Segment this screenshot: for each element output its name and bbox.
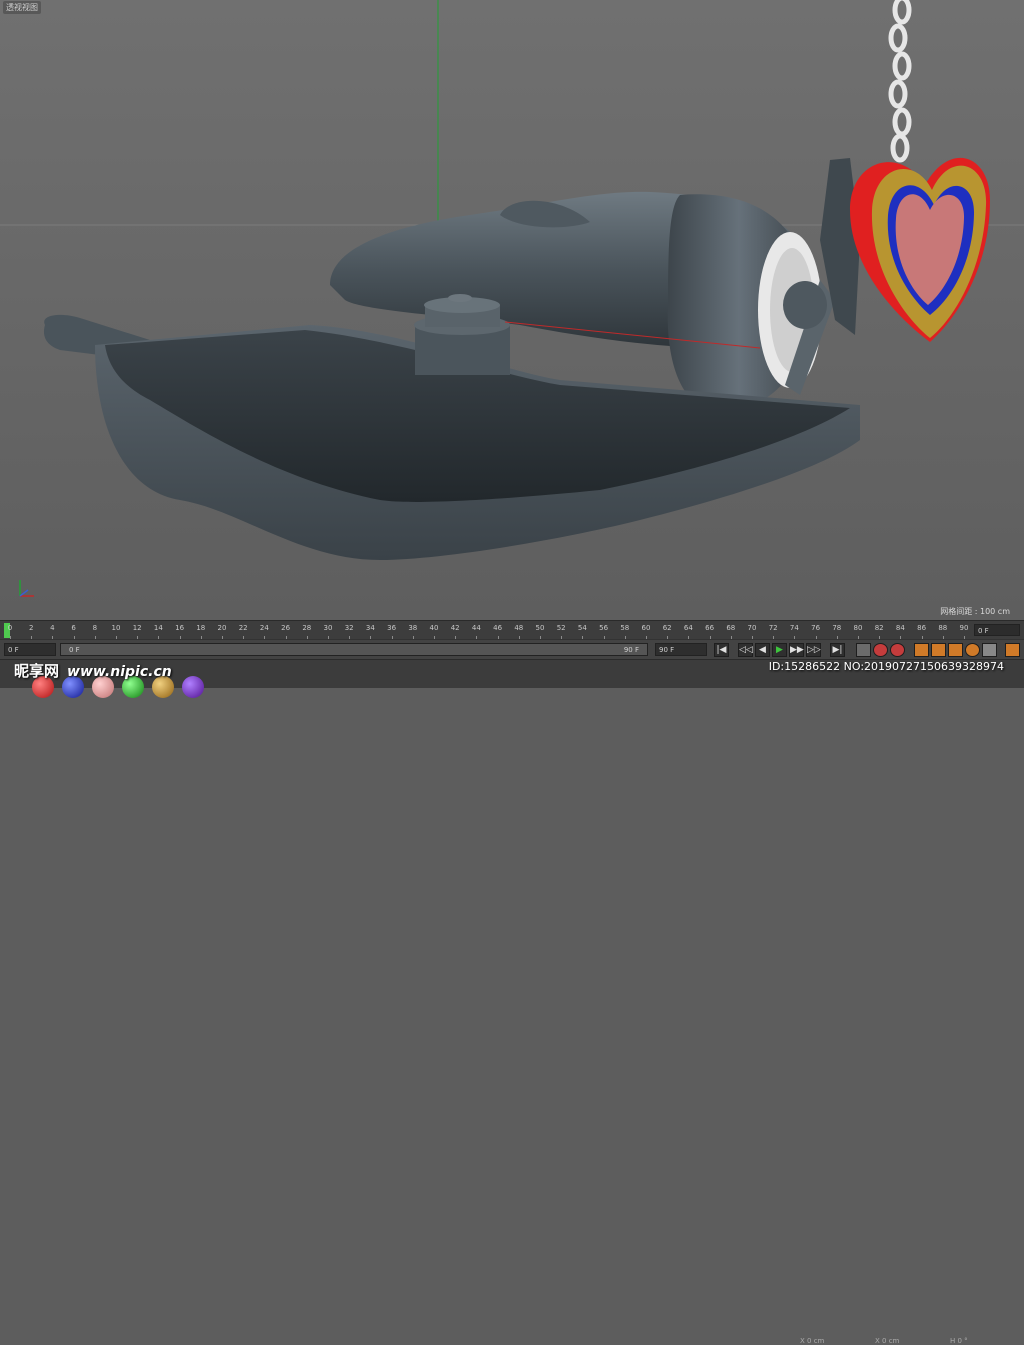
spinner: [783, 281, 827, 329]
timeline-tick-label: 82: [874, 624, 884, 632]
record-keys-icon[interactable]: [856, 643, 871, 657]
previous-key-button[interactable]: ◁◁: [738, 643, 753, 657]
timeline-tick-label: 60: [641, 624, 651, 632]
timeline-tick-label: 44: [471, 624, 481, 632]
coord-h-field[interactable]: H 0 °: [950, 1337, 968, 1345]
timeline-tick-label: 28: [302, 624, 312, 632]
transport-bar: 0 F 0 F 90 F 90 F |◀ ◁◁ ◀ ▶ ▶▶ ▷▷ ▶|: [0, 639, 1024, 660]
slider-max-label: 90 F: [623, 646, 639, 654]
timeline-tick-label: 50: [535, 624, 545, 632]
slider-min-label: 0 F: [69, 646, 80, 654]
scene-render: [0, 0, 1024, 560]
timeline-ruler[interactable]: 0 2 4 6 8 10 12 14 16 18 20 22 24 26 28 30 32 34 36 38 40 42 4…: [6, 621, 968, 640]
timeline-tick-label: 2: [28, 624, 34, 632]
timeline-tick-label: 4: [50, 624, 55, 632]
next-key-button[interactable]: ▷▷: [806, 643, 821, 657]
end-frame-field[interactable]: 90 F: [655, 643, 707, 656]
timeline-tick-label: 14: [153, 624, 163, 632]
timeline-tick-label: 10: [111, 624, 121, 632]
timeline-tick-label: 88: [938, 624, 948, 632]
current-frame-field[interactable]: 0 F: [974, 624, 1020, 636]
timeline-tick-label: 72: [768, 624, 778, 632]
frame-range-slider[interactable]: 0 F 90 F: [60, 643, 648, 656]
watermark-brand: 昵享网: [14, 662, 60, 680]
timeline-tick-label: 86: [917, 624, 927, 632]
timeline-tick-label: 22: [238, 624, 248, 632]
timeline-tick-label: 74: [789, 624, 799, 632]
axis-gizmo-icon: [19, 580, 34, 597]
scale-key-icon[interactable]: [931, 643, 946, 657]
perspective-viewport[interactable]: 透视视图 网格间距 : 100 cm: [0, 0, 1024, 620]
timeline-tick-label: 90: [959, 624, 969, 632]
go-to-start-button[interactable]: |◀: [714, 643, 729, 657]
timeline-tick-label: 54: [577, 624, 587, 632]
timeline-tick-label: 34: [365, 624, 375, 632]
timeline-tick-label: 84: [895, 624, 905, 632]
chain: [888, 0, 912, 163]
auto-key-icon[interactable]: [873, 643, 888, 657]
rotation-key-icon[interactable]: [948, 643, 963, 657]
go-to-end-button[interactable]: ▶|: [830, 643, 845, 657]
parameter-key-icon[interactable]: [965, 643, 980, 657]
timeline-tick-label: 46: [493, 624, 503, 632]
timeline-tick-label: 64: [683, 624, 693, 632]
timeline-tick-label: 56: [599, 624, 609, 632]
timeline-tick-label: 70: [747, 624, 757, 632]
timeline-tick-label: 48: [514, 624, 524, 632]
timeline-tick-label: 76: [811, 624, 821, 632]
timeline-menu-icon[interactable]: [1005, 643, 1020, 657]
timeline-tick-label: 38: [408, 624, 418, 632]
timeline-tick-label: 26: [281, 624, 291, 632]
timeline-tick-label: 18: [196, 624, 206, 632]
timeline-tick-label: 20: [217, 624, 227, 632]
timeline-tick-label: 24: [259, 624, 269, 632]
watermark-image-id: ID:15286522 NO:20190727150639328974: [768, 660, 1004, 673]
grid-spacing-label: 网格间距 : 100 cm: [940, 607, 1010, 616]
timeline-tick-label: 0: [7, 624, 13, 632]
start-frame-field[interactable]: 0 F: [4, 643, 56, 656]
previous-frame-button[interactable]: ◀: [755, 643, 770, 657]
timeline[interactable]: 0 2 4 6 8 10 12 14 16 18 20 22 24 26 28 30 32 34 36 38 40 42 4…: [0, 620, 1024, 640]
timeline-tick-label: 58: [620, 624, 630, 632]
next-frame-button[interactable]: ▶▶: [789, 643, 804, 657]
timeline-tick-label: 30: [323, 624, 333, 632]
point-level-icon[interactable]: [982, 643, 997, 657]
timeline-tick-label: 12: [132, 624, 142, 632]
play-button[interactable]: ▶: [772, 643, 787, 657]
timeline-tick-label: 52: [556, 624, 566, 632]
timeline-tick-label: 8: [92, 624, 98, 632]
position-key-icon[interactable]: [914, 643, 929, 657]
timeline-tick-label: 80: [853, 624, 863, 632]
timeline-tick-label: 42: [450, 624, 460, 632]
timeline-tick-label: 68: [726, 624, 736, 632]
coord-x2-field[interactable]: X 0 cm: [875, 1337, 899, 1345]
viewport-label[interactable]: 透视视图: [3, 1, 41, 14]
timeline-tick-label: 16: [175, 624, 185, 632]
timeline-tick-label: 62: [662, 624, 672, 632]
timeline-tick-label: 32: [344, 624, 354, 632]
timeline-tick-label: 36: [387, 624, 397, 632]
watermark-site: www.nipic.cn: [67, 664, 172, 680]
watermark: 昵享网 www.nipic.cn: [14, 660, 172, 681]
timeline-tick-label: 40: [429, 624, 439, 632]
timeline-tick-label: 66: [705, 624, 715, 632]
keyframe-selection-icon[interactable]: [890, 643, 905, 657]
timeline-tick-label: 6: [71, 624, 76, 632]
material-purple-icon[interactable]: [182, 676, 204, 698]
timeline-tick-label: 78: [832, 624, 842, 632]
coord-x-field[interactable]: X 0 cm: [800, 1337, 824, 1345]
